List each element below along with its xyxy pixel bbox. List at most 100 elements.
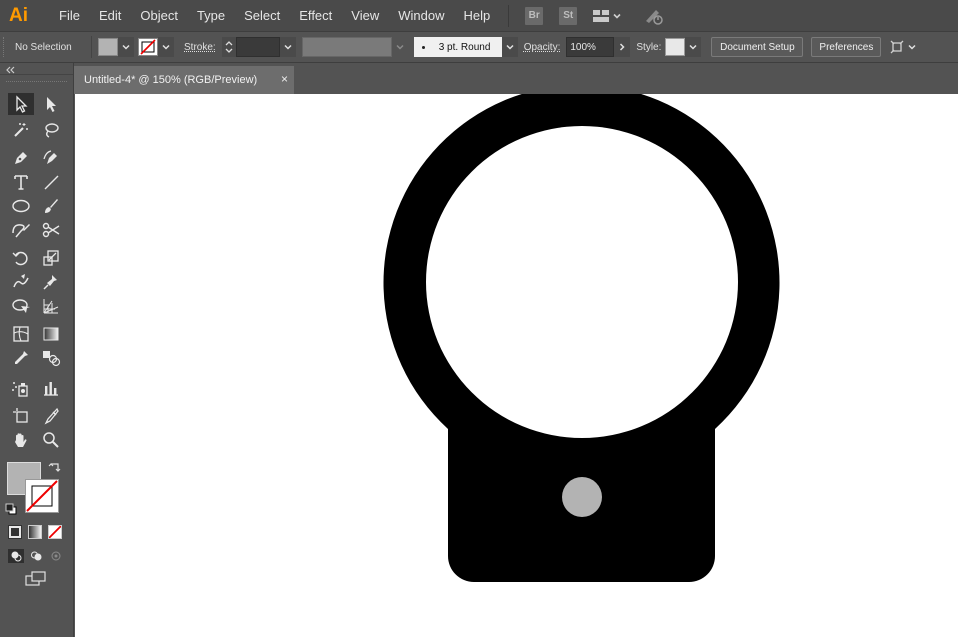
direct-selection-tool[interactable] [38,93,64,115]
chevron-down-icon [506,44,514,50]
opacity-label[interactable]: Opacity: [524,42,561,53]
stroke-dropdown[interactable] [158,37,174,57]
color-mode-button[interactable] [8,525,22,539]
line-segment-tool[interactable] [38,171,64,193]
chevron-down-icon [284,44,292,50]
artboard-canvas[interactable] [75,94,958,637]
lasso-tool[interactable] [38,119,64,141]
scissors-tool[interactable] [38,219,64,241]
align-options-button[interactable] [889,39,917,55]
fill-swatch[interactable] [98,38,118,56]
tools-panel-header[interactable] [0,63,73,75]
default-fill-stroke-icon[interactable] [5,503,17,515]
stroke-weight-dropdown[interactable] [279,37,296,57]
warp-tool[interactable] [8,271,34,293]
menu-edit[interactable]: Edit [90,0,131,31]
magic-wand-tool[interactable] [8,119,34,141]
scale-icon [43,250,59,266]
gradient-tool[interactable] [38,323,64,345]
chevron-down-icon [908,44,916,50]
eyedropper-icon [15,351,28,364]
badge-dot[interactable] [562,477,602,517]
menu-object[interactable]: Object [131,0,188,31]
scale-tool[interactable] [38,247,64,269]
column-graph-tool[interactable] [38,377,64,399]
gradient-mode-button[interactable] [28,525,42,539]
change-screen-mode-button[interactable] [25,571,47,587]
shape-builder-tool[interactable] [8,295,34,317]
fill-dropdown[interactable] [118,37,134,57]
graphic-style-swatch[interactable] [665,38,686,56]
menu-window[interactable]: Window [389,0,454,31]
none-color-icon [26,480,58,512]
curvature-tool[interactable] [38,147,64,169]
chevron-down-icon [122,44,130,50]
none-mode-button[interactable] [48,525,62,539]
stroke-swatch[interactable] [138,38,158,56]
close-icon[interactable]: × [281,72,288,86]
selection-tool[interactable] [8,93,34,115]
perspective-grid-icon [43,299,59,314]
swap-fill-stroke-icon[interactable] [48,461,62,475]
stroke-label[interactable]: Stroke: [184,42,216,53]
illustrator-logo: Ai [9,4,28,26]
mesh-tool[interactable] [8,323,34,345]
slice-tool[interactable] [38,405,64,427]
zoom-tool[interactable] [38,429,64,451]
pen-tool[interactable] [8,147,34,169]
puppet-warp-tool[interactable] [38,271,64,293]
opacity-field[interactable]: 100% [566,37,615,57]
shape-builder-icon [12,299,30,313]
stock-button[interactable]: St [559,6,578,25]
scissors-icon [42,222,60,238]
profile-dropdown[interactable] [391,37,408,57]
control-bar-grip[interactable] [3,37,9,57]
menu-select[interactable]: Select [235,0,290,31]
document-tab[interactable]: Untitled-4* @ 150% (RGB/Preview) × [74,66,294,94]
none-color-icon [48,525,62,539]
menu-file[interactable]: File [50,0,90,31]
opacity-arrow[interactable] [614,37,631,57]
draw-behind-button[interactable] [28,549,44,563]
brush-dropdown[interactable] [501,37,518,57]
blend-icon [43,351,61,367]
menu-effect[interactable]: Effect [290,0,342,31]
document-setup-button[interactable]: Document Setup [711,37,804,57]
ellipse-tool[interactable] [8,195,34,217]
bridge-button[interactable]: Br [525,6,544,25]
warp-icon [13,274,29,288]
preferences-button[interactable]: Preferences [811,37,882,57]
paintbrush-tool[interactable] [38,195,64,217]
draw-normal-button[interactable] [8,549,24,563]
artboard-tool[interactable] [8,405,34,427]
eyedropper-tool[interactable] [8,347,34,369]
brush-definition[interactable]: 3 pt. Round [413,37,502,57]
menu-type[interactable]: Type [188,0,235,31]
pen-icon [15,152,27,164]
blend-tool[interactable] [38,347,64,369]
chevron-right-icon [620,43,625,51]
stroke-weight-stepper[interactable] [221,37,236,57]
type-tool[interactable] [8,171,34,193]
artboard-icon [13,408,28,423]
document-tab-title: Untitled-4* @ 150% (RGB/Preview) [84,74,258,86]
hand-tool[interactable] [8,429,34,451]
rotate-tool[interactable] [8,247,34,269]
symbol-sprayer-tool[interactable] [8,377,34,399]
artwork [383,94,780,582]
variable-width-profile[interactable] [301,37,392,57]
stroke-color-swatch[interactable] [25,479,59,513]
stroke-weight-field[interactable] [235,37,280,57]
magic-wand-icon [14,123,28,137]
arrange-documents-button[interactable] [593,9,622,22]
gpu-performance-icon[interactable] [644,7,664,25]
style-dropdown[interactable] [685,37,702,57]
menu-view[interactable]: View [342,0,389,31]
menu-help[interactable]: Help [454,0,500,31]
draw-inside-button[interactable] [48,549,64,563]
perspective-grid-tool[interactable] [38,295,64,317]
tools-panel-grip[interactable] [6,81,67,83]
brush-label: 3 pt. Round [438,41,491,53]
shaper-tool[interactable] [8,219,34,241]
slice-icon [44,407,59,425]
